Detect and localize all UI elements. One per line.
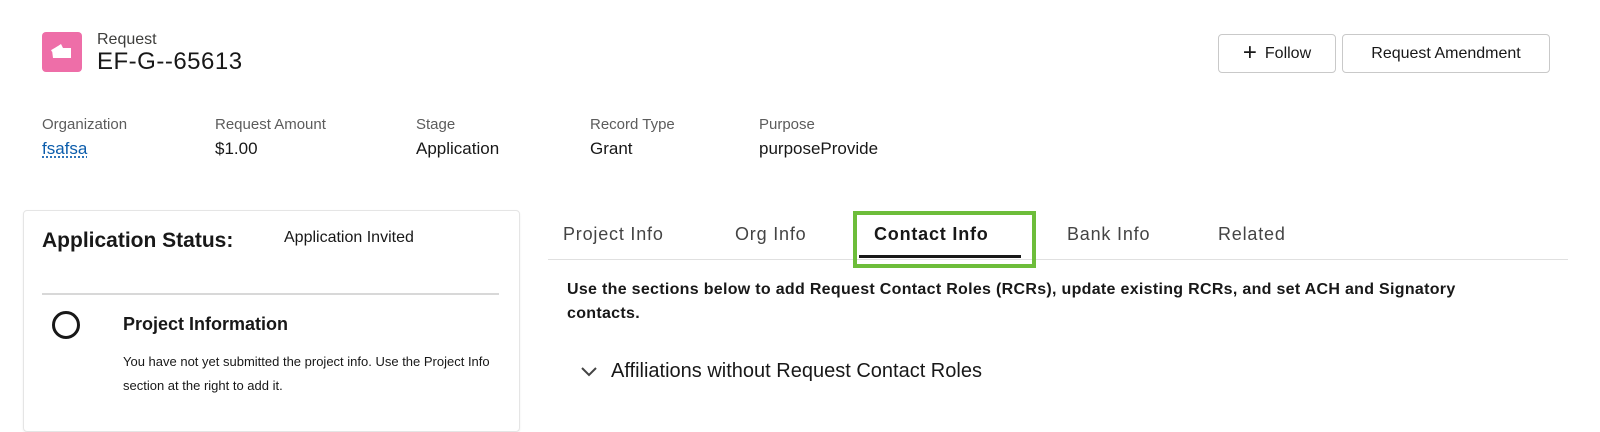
incomplete-step-circle-icon xyxy=(52,311,80,339)
tab-bar-baseline xyxy=(548,259,1568,260)
application-status-label: Application Status: xyxy=(42,229,234,252)
record-name: EF-G--65613 xyxy=(97,48,243,75)
record-type-label: Record Type xyxy=(590,116,675,133)
tab-org-info[interactable]: Org Info xyxy=(735,224,806,245)
stage-value: Application xyxy=(416,139,500,158)
organization-link[interactable]: fsafsa xyxy=(42,139,87,159)
highlight-box xyxy=(853,211,1036,268)
stage-label: Stage xyxy=(416,116,456,133)
follow-label: Follow xyxy=(1264,44,1312,62)
object-type-label: Request xyxy=(97,31,157,48)
divider xyxy=(42,293,499,295)
request-amendment-button[interactable]: Request Amendment xyxy=(1342,34,1550,73)
request-amount-value: $1.00 xyxy=(215,139,258,158)
request-amount-label: Request Amount xyxy=(215,116,326,133)
contact-info-instructions: Use the sections below to add Request Co… xyxy=(567,281,1456,322)
follow-button[interactable]: + Follow xyxy=(1218,34,1336,73)
tab-related[interactable]: Related xyxy=(1218,224,1286,245)
organization-label: Organization xyxy=(42,116,128,133)
application-status-value: Application Invited xyxy=(284,229,414,246)
project-information-title: Project Information xyxy=(123,314,289,334)
chevron-down-icon[interactable] xyxy=(580,362,598,385)
purpose-label: Purpose xyxy=(759,116,815,133)
affiliations-section-title[interactable]: Affiliations without Request Contact Rol… xyxy=(611,360,982,383)
purpose-value: purposeProvide xyxy=(759,139,879,158)
tab-project-info[interactable]: Project Info xyxy=(563,224,664,245)
tab-bank-info[interactable]: Bank Info xyxy=(1067,224,1150,245)
request-icon xyxy=(42,32,82,72)
project-information-description: You have not yet submitted the project i… xyxy=(123,354,490,393)
plus-icon: + xyxy=(1242,38,1257,66)
record-type-value: Grant xyxy=(590,139,633,158)
